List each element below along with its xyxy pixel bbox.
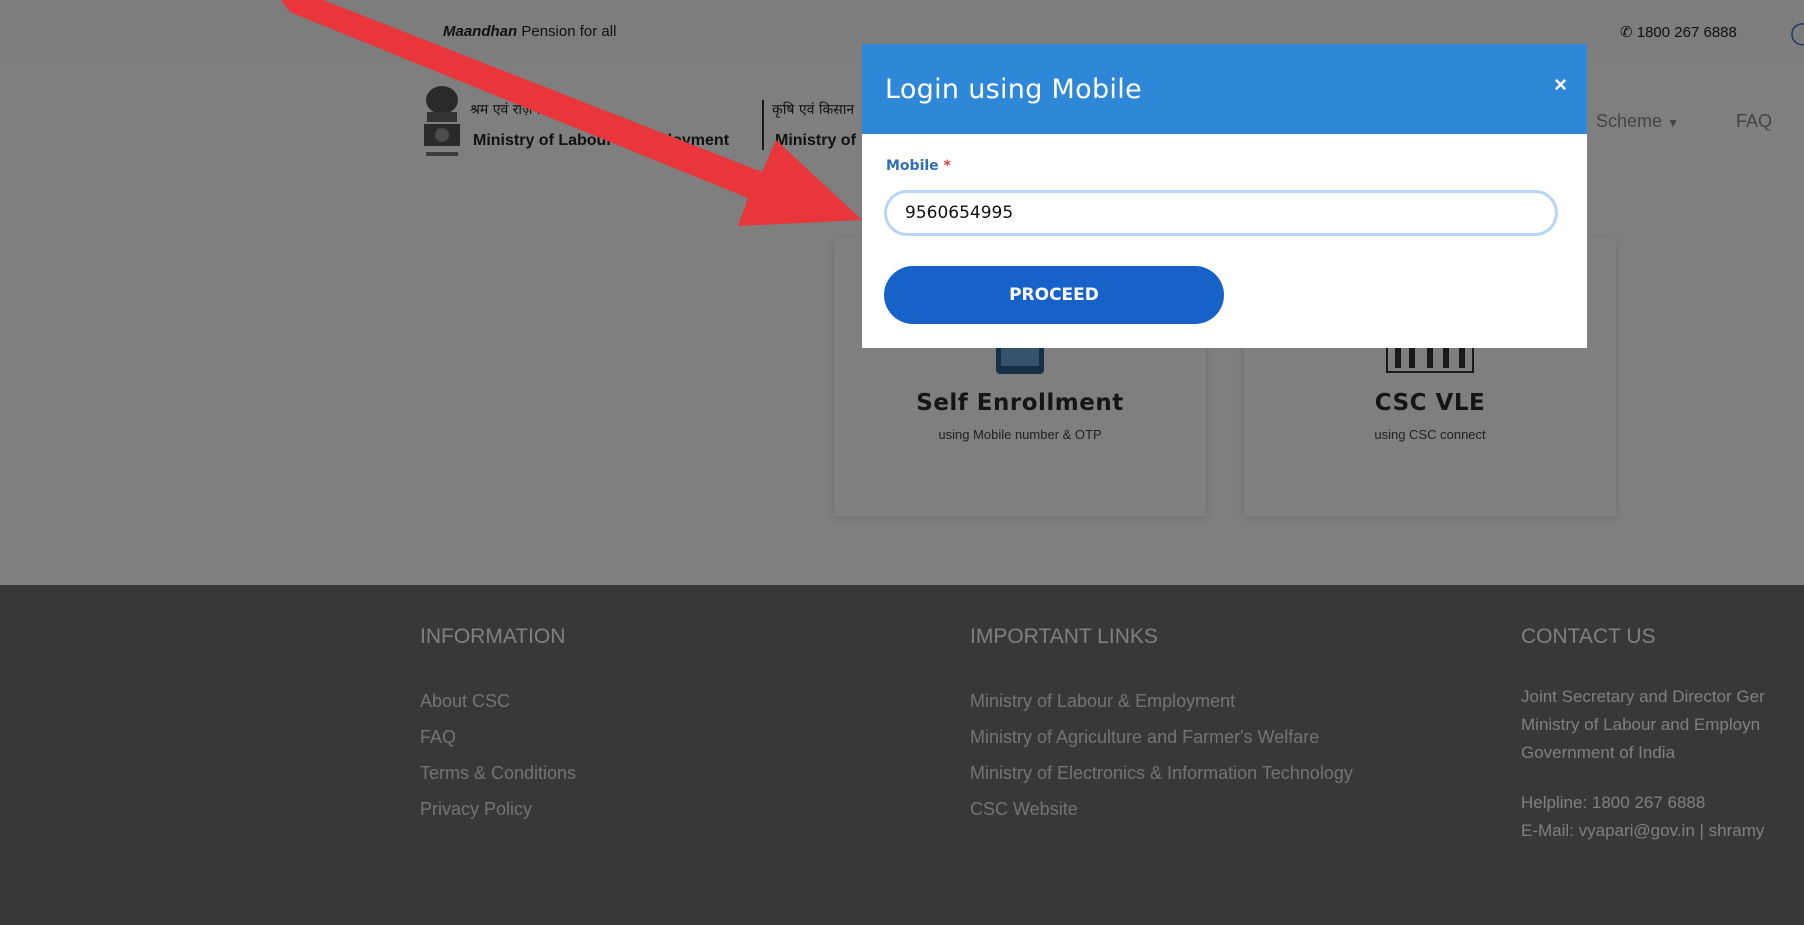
modal-header: Login using Mobile × <box>862 44 1587 134</box>
login-modal: Login using Mobile × Mobile * PROCEED <box>862 44 1587 348</box>
mobile-input[interactable] <box>884 190 1558 236</box>
close-icon[interactable]: × <box>1554 72 1567 98</box>
mobile-label-text: Mobile <box>886 158 939 174</box>
mobile-field-label: Mobile * <box>886 158 951 174</box>
required-mark: * <box>943 158 951 174</box>
page: Maandhan Pension for all ✆ 1800 267 6888… <box>0 0 1804 925</box>
modal-title: Login using Mobile <box>885 74 1142 105</box>
proceed-button[interactable]: PROCEED <box>884 266 1224 324</box>
